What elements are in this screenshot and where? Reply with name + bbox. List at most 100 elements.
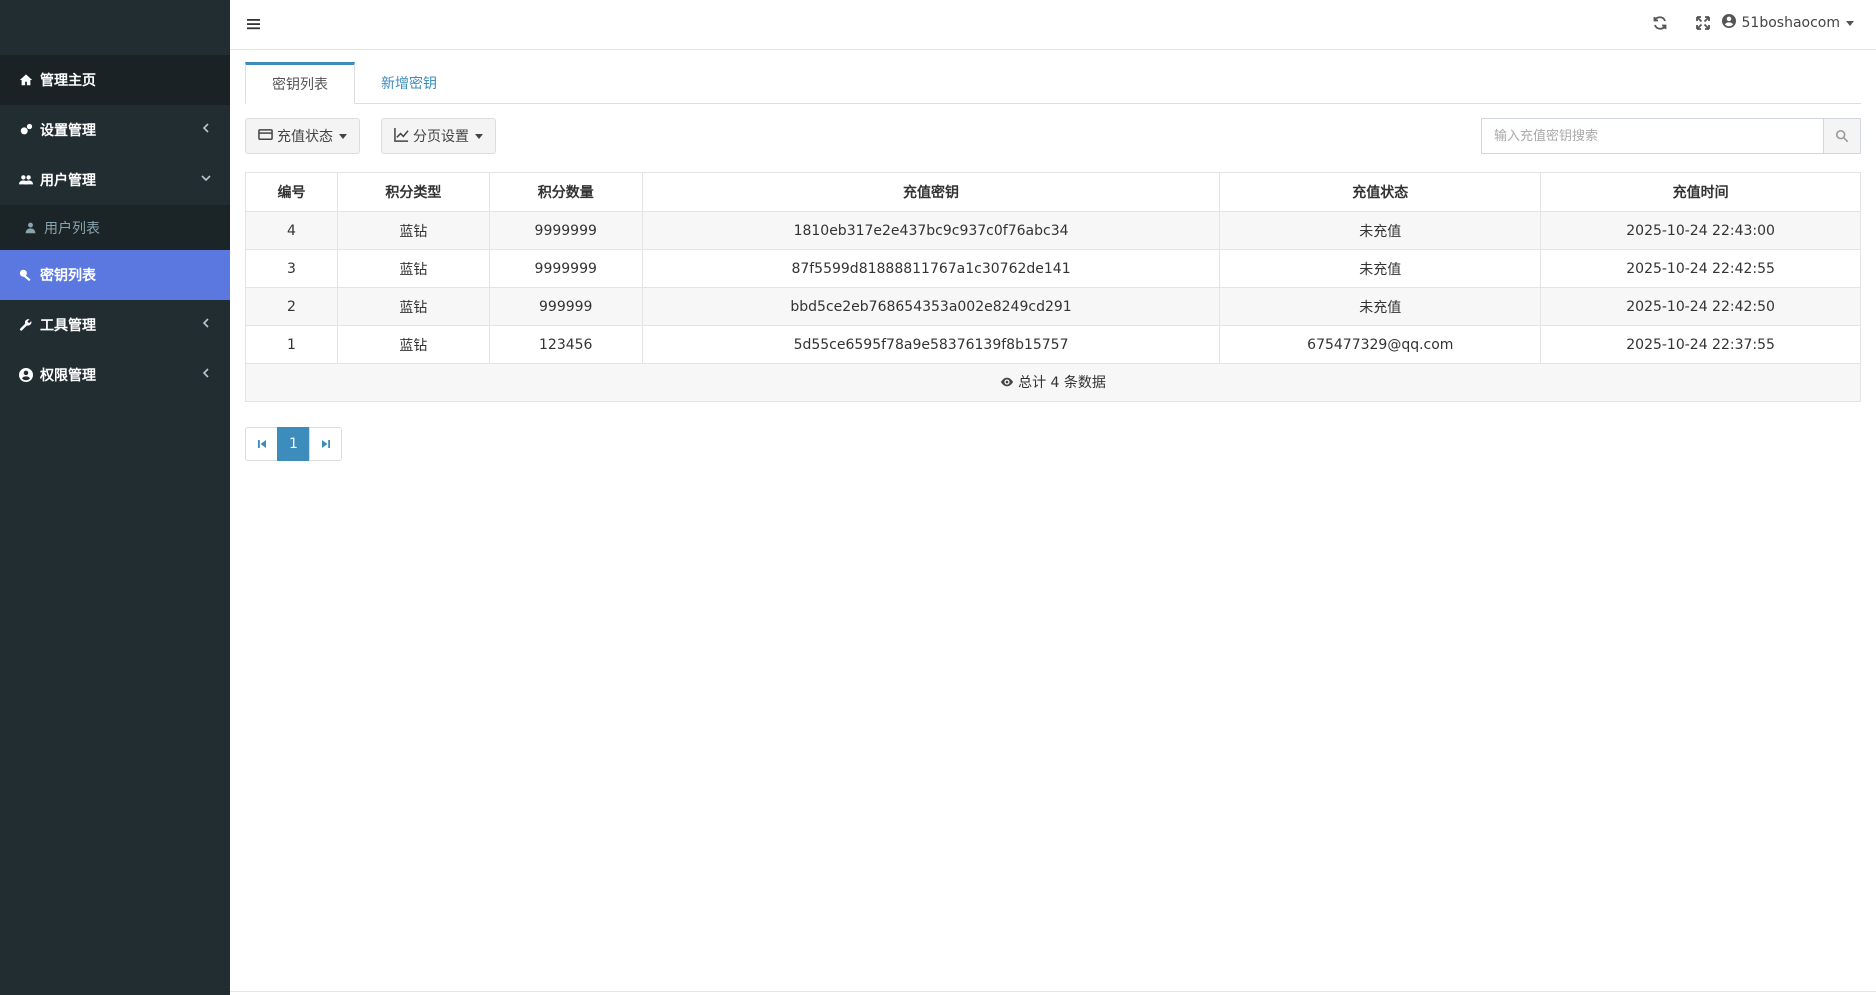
table-footer-row: 总计 4 条数据 — [245, 363, 1861, 402]
app-root: 管理主页 设置管理 用户管理 用户列表 密钥列表 工具管理 权限管理 51bos… — [0, 0, 1876, 995]
credit-card-icon — [258, 127, 277, 146]
column-header-points-type: 积分类型 — [336, 172, 490, 212]
key-table: 编号 积分类型 积分数量 充值密钥 充值状态 充值时间 4 蓝钻 9999999… — [245, 172, 1861, 402]
cell-points-type: 蓝钻 — [336, 249, 490, 288]
sidebar-item-label: 权限管理 — [40, 368, 96, 384]
chevron-down-icon — [200, 172, 212, 184]
chevron-left-icon — [200, 122, 212, 134]
cell-status: 未充值 — [1219, 249, 1542, 288]
cell-time: 2025-10-24 22:42:50 — [1540, 287, 1861, 326]
sidebar-item-home[interactable]: 管理主页 — [0, 55, 230, 105]
main-content: 密钥列表 新增密钥 充值状态 分页设置 输入充值密钥搜索 编号 积分类型 积分数… — [245, 62, 1861, 461]
cell-time: 2025-10-24 22:43:00 — [1540, 211, 1861, 250]
table-total-text: 总计 4 条数据 — [1018, 375, 1106, 391]
sidebar-subitem-user-list[interactable]: 用户列表 — [0, 205, 230, 250]
caret-down-icon — [1846, 20, 1854, 26]
username: 51boshaocom — [1741, 15, 1840, 31]
wrench-icon — [18, 317, 34, 333]
tab-bar: 密钥列表 新增密钥 — [245, 62, 1861, 104]
user-menu[interactable]: 51boshaocom — [1721, 14, 1854, 32]
search-box — [1481, 118, 1861, 154]
cell-id: 2 — [245, 287, 338, 326]
cell-status: 未充值 — [1219, 211, 1542, 250]
sidebar-item-settings[interactable]: 设置管理 — [0, 105, 230, 155]
user-circle-icon — [18, 367, 34, 383]
pagination-settings-dropdown[interactable]: 分页设置 — [381, 118, 496, 154]
chevron-left-icon — [200, 367, 212, 379]
cell-points-amount: 999999 — [488, 287, 643, 326]
toolbar: 充值状态 分页设置 — [245, 118, 1861, 154]
sidebar-item-users[interactable]: 用户管理 — [0, 155, 230, 205]
cell-key: 5d55ce6595f78a9e58376139f8b15757 — [641, 325, 1221, 364]
tab-key-list[interactable]: 密钥列表 — [245, 62, 355, 104]
users-icon — [18, 172, 34, 188]
recharge-status-label: 充值状态 — [277, 129, 333, 145]
sidebar-item-label: 密钥列表 — [40, 268, 96, 284]
user-icon — [24, 221, 38, 235]
column-header-status: 充值状态 — [1219, 172, 1542, 212]
cell-id: 4 — [245, 211, 338, 250]
table-row[interactable]: 2 蓝钻 999999 bbd5ce2eb768654353a002e8249c… — [245, 287, 1861, 326]
sidebar-item-label: 工具管理 — [40, 318, 96, 334]
cell-status: 未充值 — [1219, 287, 1542, 326]
eye-icon — [1000, 377, 1014, 387]
search-icon — [1835, 129, 1849, 143]
refresh-icon[interactable] — [1652, 15, 1670, 33]
caret-down-icon — [475, 133, 483, 139]
step-backward-icon — [257, 440, 266, 448]
column-header-time: 充值时间 — [1540, 172, 1861, 212]
sidebar-item-label: 设置管理 — [40, 123, 96, 139]
bottom-divider — [230, 991, 1876, 992]
menu-toggle-icon[interactable] — [246, 16, 262, 32]
last-page-button[interactable] — [309, 427, 342, 461]
search-input[interactable] — [1481, 118, 1823, 154]
cell-id: 3 — [245, 249, 338, 288]
sidebar-subitem-label: 用户列表 — [44, 220, 100, 237]
key-icon — [18, 267, 34, 283]
cogs-icon — [18, 122, 34, 138]
cell-points-type: 蓝钻 — [336, 325, 490, 364]
cell-status: 675477329@qq.com — [1219, 325, 1542, 364]
page-button-current[interactable]: 1 — [277, 427, 310, 461]
cell-points-amount: 9999999 — [488, 211, 643, 250]
cell-points-amount: 9999999 — [488, 249, 643, 288]
home-icon — [18, 72, 34, 88]
recharge-status-dropdown[interactable]: 充值状态 — [245, 118, 360, 154]
caret-down-icon — [339, 133, 347, 139]
column-header-id: 编号 — [245, 172, 338, 212]
cell-key: 87f5599d81888811767a1c30762de141 — [641, 249, 1221, 288]
tab-add-key[interactable]: 新增密钥 — [355, 62, 463, 104]
sidebar: 管理主页 设置管理 用户管理 用户列表 密钥列表 工具管理 权限管理 — [0, 0, 230, 995]
cell-id: 1 — [245, 325, 338, 364]
table-total: 总计 4 条数据 — [1000, 372, 1106, 392]
pagination: 1 — [245, 427, 1861, 461]
cell-key: 1810eb317e2e437bc9c937c0f76abc34 — [641, 211, 1221, 250]
table-row[interactable]: 1 蓝钻 123456 5d55ce6595f78a9e58376139f8b1… — [245, 325, 1861, 364]
topbar: 51boshaocom — [230, 0, 1876, 50]
sidebar-item-permissions[interactable]: 权限管理 — [0, 350, 230, 400]
user-circle-icon — [1721, 14, 1742, 32]
line-chart-icon — [394, 127, 413, 146]
cell-points-type: 蓝钻 — [336, 287, 490, 326]
cell-time: 2025-10-24 22:37:55 — [1540, 325, 1861, 364]
cell-points-type: 蓝钻 — [336, 211, 490, 250]
first-page-button[interactable] — [245, 427, 278, 461]
cell-time: 2025-10-24 22:42:55 — [1540, 249, 1861, 288]
fullscreen-icon[interactable] — [1695, 15, 1713, 33]
search-button[interactable] — [1823, 118, 1861, 154]
column-header-key: 充值密钥 — [641, 172, 1221, 212]
sidebar-item-label: 用户管理 — [40, 173, 96, 189]
column-header-points-amount: 积分数量 — [488, 172, 643, 212]
table-row[interactable]: 4 蓝钻 9999999 1810eb317e2e437bc9c937c0f76… — [245, 211, 1861, 250]
sidebar-item-label: 管理主页 — [40, 73, 96, 89]
sidebar-item-tools[interactable]: 工具管理 — [0, 300, 230, 350]
table-footer-cell: 总计 4 条数据 — [245, 363, 1861, 402]
table-header-row: 编号 积分类型 积分数量 充值密钥 充值状态 充值时间 — [245, 172, 1861, 212]
chevron-left-icon — [200, 317, 212, 329]
sidebar-item-key-list[interactable]: 密钥列表 — [0, 250, 230, 300]
step-forward-icon — [321, 440, 330, 448]
cell-points-amount: 123456 — [488, 325, 643, 364]
table-row[interactable]: 3 蓝钻 9999999 87f5599d81888811767a1c30762… — [245, 249, 1861, 288]
pagination-settings-label: 分页设置 — [413, 129, 469, 145]
